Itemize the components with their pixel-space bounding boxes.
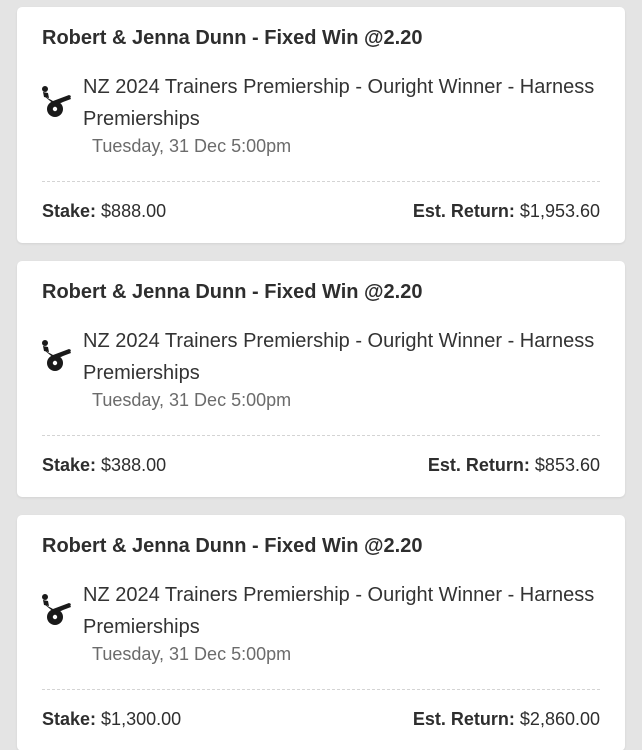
bet-title: Robert & Jenna Dunn - Fixed Win @2.20 [42, 27, 423, 49]
event-time: Tuesday, 31 Dec 5:00pm [92, 390, 292, 410]
harness-racing-icon [41, 337, 73, 373]
est-return-label: Est. Return: [427, 455, 530, 475]
harness-racing-icon [41, 83, 73, 119]
stake: Stake: $388.00 [42, 455, 166, 476]
stake-value: $1,300.00 [101, 709, 182, 729]
divider [42, 181, 600, 182]
est-return-label: Est. Return: [412, 201, 515, 221]
est-return-value: $2,860.00 [519, 709, 600, 729]
stake: Stake: $888.00 [42, 201, 166, 222]
stake-label: Stake: [42, 709, 97, 729]
divider [42, 435, 600, 436]
bet-card[interactable]: Robert & Jenna Dunn - Fixed Win @2.20 NZ… [17, 7, 625, 243]
stake-value: $888.00 [101, 201, 167, 221]
event-name: NZ 2024 Trainers Premiership - Ouright W… [83, 76, 595, 130]
event-time: Tuesday, 31 Dec 5:00pm [92, 644, 292, 664]
bet-list: Robert & Jenna Dunn - Fixed Win @2.20 NZ… [0, 0, 642, 750]
est-return-value: $853.60 [534, 455, 600, 475]
est-return-value: $1,953.60 [519, 201, 600, 221]
stake-label: Stake: [42, 201, 97, 221]
divider [42, 689, 600, 690]
bet-card[interactable]: Robert & Jenna Dunn - Fixed Win @2.20 NZ… [17, 515, 625, 750]
stake-label: Stake: [42, 455, 97, 475]
stake: Stake: $1,300.00 [42, 709, 181, 730]
event-name: NZ 2024 Trainers Premiership - Ouright W… [83, 584, 595, 638]
stake-value: $388.00 [101, 455, 167, 475]
est-return: Est. Return: $853.60 [428, 455, 600, 476]
bet-title: Robert & Jenna Dunn - Fixed Win @2.20 [42, 535, 423, 557]
est-return: Est. Return: $1,953.60 [413, 201, 600, 222]
est-return-label: Est. Return: [412, 709, 515, 729]
bet-title: Robert & Jenna Dunn - Fixed Win @2.20 [42, 281, 423, 303]
est-return: Est. Return: $2,860.00 [413, 709, 600, 730]
bet-card[interactable]: Robert & Jenna Dunn - Fixed Win @2.20 NZ… [17, 261, 625, 497]
event-name: NZ 2024 Trainers Premiership - Ouright W… [83, 330, 595, 384]
event-time: Tuesday, 31 Dec 5:00pm [92, 136, 292, 156]
harness-racing-icon [41, 591, 73, 627]
